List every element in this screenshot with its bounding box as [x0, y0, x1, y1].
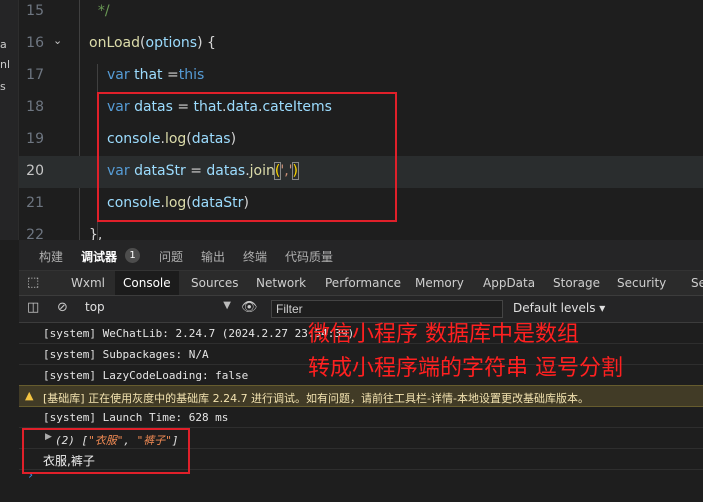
sidebar-toggle-icon[interactable]: ◫	[27, 300, 39, 315]
tab-memory[interactable]: Memory	[407, 271, 472, 295]
tab-appdata[interactable]: AppData	[475, 271, 543, 295]
tab-build[interactable]: 构建	[39, 248, 63, 265]
clear-console-icon[interactable]: ⊘	[57, 300, 68, 315]
warning-icon: ▲	[25, 389, 34, 402]
line-number: 18	[26, 99, 44, 115]
line-number: 20	[26, 163, 44, 179]
annotation-line-1: 微信小程序 数据库中是数组	[308, 322, 579, 347]
code-line-22: 22 },	[19, 220, 703, 240]
console-log-row: [system] Launch Time: 628 ms	[19, 407, 703, 428]
code-line-15: 15 */	[19, 0, 703, 28]
tab-debugger[interactable]: 调试器	[81, 248, 117, 265]
tab-security[interactable]: Security	[609, 271, 674, 295]
code-text: onLoad(options) {	[89, 35, 216, 51]
tab-code-quality[interactable]: 代码质量	[285, 248, 333, 265]
debugger-count-badge: 1	[125, 248, 140, 263]
line-number: 22	[26, 227, 44, 240]
sidebar-fragment: nl	[0, 58, 11, 71]
line-number: 19	[26, 131, 44, 147]
tab-problems[interactable]: 问题	[159, 248, 183, 265]
fold-chevron-icon[interactable]: ⌄	[53, 34, 62, 47]
inspect-element-icon[interactable]: ⬚	[27, 275, 39, 290]
tab-performance[interactable]: Performance	[317, 271, 409, 295]
devtools-tabs: ⬚ Wxml Console Sources Network Performan…	[19, 271, 703, 296]
tab-overflow[interactable]: Se	[683, 271, 703, 295]
line-number: 21	[26, 195, 44, 211]
annotation-line-2: 转成小程序端的字符串 逗号分割	[308, 356, 623, 381]
code-line-17: 17 var that =this	[19, 60, 703, 92]
levels-dropdown[interactable]: Default levels ▾	[513, 301, 605, 315]
line-number: 15	[26, 3, 44, 19]
context-select[interactable]: top ▼	[85, 300, 235, 318]
highlight-box-console	[22, 428, 190, 474]
tab-wxml[interactable]: Wxml	[63, 271, 113, 295]
highlight-box-code	[97, 92, 397, 222]
code-text: var that =this	[107, 67, 205, 83]
line-number: 17	[26, 67, 44, 83]
chevron-down-icon: ▼	[223, 300, 231, 311]
bottom-panel-tabs: 构建 调试器 1 问题 输出 终端 代码质量	[19, 240, 703, 271]
tab-storage[interactable]: Storage	[545, 271, 608, 295]
line-number: 16	[26, 35, 44, 51]
tab-terminal[interactable]: 终端	[243, 248, 267, 265]
code-text: */	[89, 3, 110, 19]
tab-sources[interactable]: Sources	[183, 271, 246, 295]
code-line-16: 16 ⌄ onLoad(options) {	[19, 28, 703, 60]
console-warning-row: ▲ [基础库] 正在使用灰度中的基础库 2.24.7 进行调试。如有问题，请前往…	[19, 385, 703, 407]
eye-icon[interactable]: 👁	[241, 300, 258, 315]
explorer-sidebar-edge: a nl s	[0, 0, 19, 240]
code-text: },	[89, 227, 103, 240]
tab-console[interactable]: Console	[115, 271, 179, 295]
sidebar-fragment: s	[0, 80, 6, 93]
sidebar-fragment: a	[0, 38, 7, 51]
tab-network[interactable]: Network	[248, 271, 314, 295]
tab-output[interactable]: 输出	[201, 248, 225, 265]
code-editor[interactable]: 15 */ 16 ⌄ onLoad(options) { 17 var that…	[19, 0, 703, 240]
